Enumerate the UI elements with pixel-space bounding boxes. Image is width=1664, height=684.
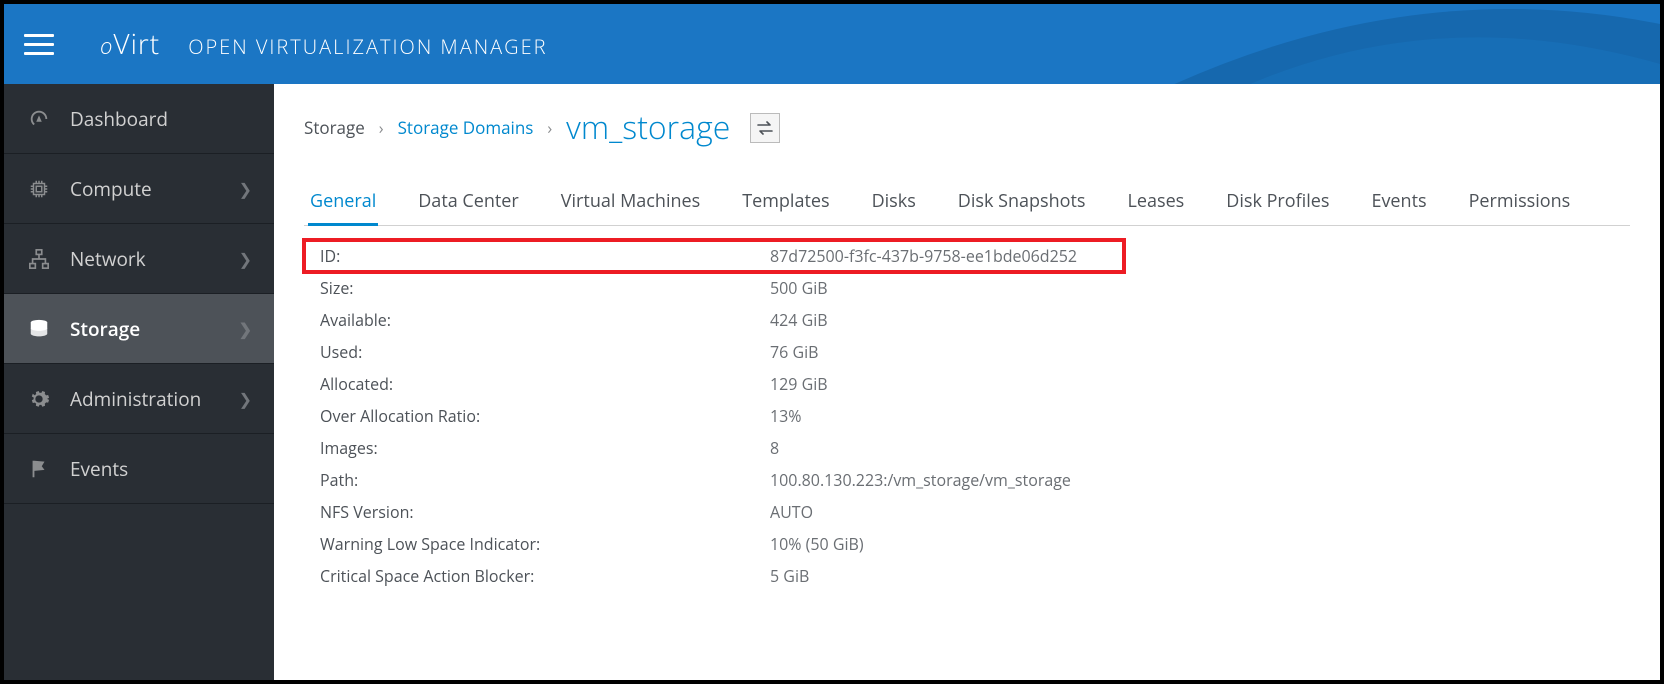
property-row: Size:500 GiB (304, 272, 1124, 304)
tab-data-center[interactable]: Data Center (416, 179, 521, 225)
property-key: Allocated: (320, 373, 770, 395)
app-frame: oVirt OPEN VIRTUALIZATION MANAGER Dashbo… (0, 0, 1664, 684)
property-key: ID: (320, 245, 770, 267)
property-row: NFS Version:AUTO (304, 496, 1124, 528)
property-key: NFS Version: (320, 501, 770, 523)
property-key: Used: (320, 341, 770, 363)
main-content: Storage › Storage Domains › vm_storage G… (274, 84, 1660, 680)
topbar: oVirt OPEN VIRTUALIZATION MANAGER (4, 4, 1660, 84)
property-value: 100.80.130.223:/vm_storage/vm_storage (770, 469, 1108, 491)
property-value: 76 GiB (770, 341, 1108, 363)
general-properties: ID:87d72500-f3fc-437b-9758-ee1bde06d252S… (304, 240, 1124, 592)
property-value: 10% (50 GiB) (770, 533, 1108, 555)
property-row: Critical Space Action Blocker:5 GiB (304, 560, 1124, 592)
switch-domain-button[interactable] (750, 113, 780, 143)
tab-disk-snapshots[interactable]: Disk Snapshots (956, 179, 1088, 225)
chevron-right-icon: ❯ (239, 248, 252, 270)
chevron-right-icon: ❯ (239, 318, 252, 340)
sidebar-item-label: Compute (70, 176, 152, 202)
sidebar-item-network[interactable]: Network ❯ (4, 224, 274, 294)
property-value: 87d72500-f3fc-437b-9758-ee1bde06d252 (770, 245, 1108, 267)
sidebar-item-compute[interactable]: Compute ❯ (4, 154, 274, 224)
property-row: Over Allocation Ratio:13% (304, 400, 1124, 432)
sidebar-item-label: Events (70, 456, 128, 482)
property-row: Images:8 (304, 432, 1124, 464)
sidebar-item-storage[interactable]: Storage ❯ (4, 294, 274, 364)
sidebar-item-dashboard[interactable]: Dashboard (4, 84, 274, 154)
chevron-right-icon: ❯ (239, 178, 252, 200)
chevron-right-icon: ❯ (239, 388, 252, 410)
breadcrumb-sep: › (547, 117, 552, 139)
sidebar: DashboardCompute❯Network❯Storage❯Adminis… (4, 84, 274, 680)
property-key: Critical Space Action Blocker: (320, 565, 770, 587)
network-icon (26, 248, 52, 270)
property-row: Warning Low Space Indicator:10% (50 GiB) (304, 528, 1124, 560)
property-key: Available: (320, 309, 770, 331)
menu-toggle-button[interactable] (24, 26, 60, 62)
detail-tabs: General Data Center Virtual Machines Templa… (304, 179, 1630, 226)
property-value: 129 GiB (770, 373, 1108, 395)
tab-permissions[interactable]: Permissions (1467, 179, 1573, 225)
property-value: AUTO (770, 501, 1108, 523)
tab-events[interactable]: Events (1369, 179, 1428, 225)
property-value: 8 (770, 437, 1108, 459)
brand-logo: oVirt (100, 25, 160, 63)
sidebar-item-label: Storage (70, 316, 140, 342)
property-row: Allocated:129 GiB (304, 368, 1124, 400)
breadcrumb-sep: › (379, 117, 384, 139)
property-row: Used:76 GiB (304, 336, 1124, 368)
flag-icon (26, 458, 52, 480)
sidebar-item-label: Dashboard (70, 106, 168, 132)
sidebar-item-events[interactable]: Events (4, 434, 274, 504)
property-key: Images: (320, 437, 770, 459)
property-key: Size: (320, 277, 770, 299)
property-row: Path:100.80.130.223:/vm_storage/vm_stora… (304, 464, 1124, 496)
sidebar-item-label: Administration (70, 386, 201, 412)
tab-general[interactable]: General (308, 179, 378, 226)
topbar-decor (1060, 4, 1660, 84)
property-value: 424 GiB (770, 309, 1108, 331)
tab-disks[interactable]: Disks (870, 179, 918, 225)
property-key: Over Allocation Ratio: (320, 405, 770, 427)
sidebar-item-label: Network (70, 246, 146, 272)
breadcrumb-root[interactable]: Storage (304, 116, 365, 139)
brand: oVirt OPEN VIRTUALIZATION MANAGER (100, 25, 548, 63)
property-row: Available:424 GiB (304, 304, 1124, 336)
property-key: Warning Low Space Indicator: (320, 533, 770, 555)
tab-templates[interactable]: Templates (740, 179, 831, 225)
sidebar-item-administration[interactable]: Administration ❯ (4, 364, 274, 434)
brand-title: OPEN VIRTUALIZATION MANAGER (188, 33, 547, 60)
tab-leases[interactable]: Leases (1125, 179, 1186, 225)
breadcrumb: Storage › Storage Domains › vm_storage (304, 106, 1630, 149)
property-key: Path: (320, 469, 770, 491)
property-row: ID:87d72500-f3fc-437b-9758-ee1bde06d252 (304, 240, 1124, 272)
swap-icon (757, 121, 773, 135)
property-value: 13% (770, 405, 1108, 427)
property-value: 5 GiB (770, 565, 1108, 587)
gauge-icon (26, 108, 52, 130)
tab-virtual-machines[interactable]: Virtual Machines (559, 179, 702, 225)
property-value: 500 GiB (770, 277, 1108, 299)
tab-disk-profiles[interactable]: Disk Profiles (1224, 179, 1331, 225)
page-title: vm_storage (566, 106, 730, 149)
breadcrumb-storage-domains[interactable]: Storage Domains (398, 116, 534, 139)
cpu-icon (26, 178, 52, 200)
storage-icon (26, 318, 52, 340)
gear-icon (26, 388, 52, 410)
